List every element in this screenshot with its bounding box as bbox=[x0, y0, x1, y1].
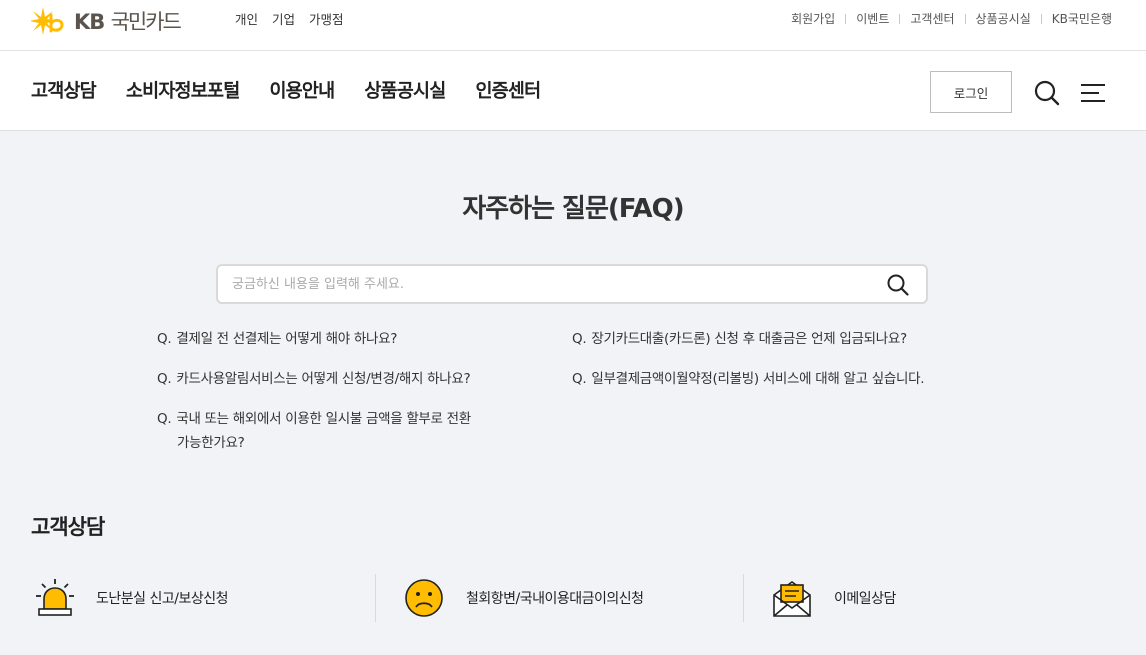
consult-item-label: 도난분실 신고/보상신청 bbox=[96, 591, 228, 607]
main-nav-menu: 고객상담 소비자정보포털 이용안내 상품공시실 인증센터 bbox=[31, 77, 541, 103]
nav-item-consumer-portal[interactable]: 소비자정보포털 bbox=[126, 77, 240, 103]
util-product-disclosure-link[interactable]: 상품공시실 bbox=[976, 10, 1031, 27]
divider bbox=[964, 13, 966, 24]
consult-item-label: 이메일상담 bbox=[834, 591, 896, 607]
consult-item-theft-loss[interactable]: 도난분실 신고/보상신청 bbox=[36, 572, 228, 624]
faq-question-item[interactable]: Q. 장기카드대출(카드론) 신청 후 대출금은 언제 입금되나요? bbox=[572, 327, 907, 351]
search-icon[interactable] bbox=[886, 273, 910, 297]
utility-links: 회원가입 이벤트 고객센터 상품공시실 KB국민은행 bbox=[791, 10, 1112, 27]
faq-q-marker: Q. bbox=[157, 371, 172, 387]
divider bbox=[743, 574, 744, 622]
logo-kb-text: KB bbox=[74, 10, 105, 34]
faq-question-item[interactable]: Q. 국내 또는 해외에서 이용한 일시불 금액을 할부로 전환 가능한가요? bbox=[157, 407, 471, 455]
faq-question-text-continued: 가능한가요? bbox=[177, 435, 245, 451]
faq-search-box bbox=[216, 264, 928, 304]
util-signup-link[interactable]: 회원가입 bbox=[791, 10, 835, 27]
hamburger-menu-icon[interactable] bbox=[1079, 81, 1107, 105]
faq-search-input[interactable] bbox=[232, 272, 872, 296]
util-event-link[interactable]: 이벤트 bbox=[856, 10, 889, 27]
nav-item-product-disclosure[interactable]: 상품공시실 bbox=[364, 77, 446, 103]
nav-item-usage-guide[interactable]: 이용안내 bbox=[269, 77, 335, 103]
faq-q-marker: Q. bbox=[157, 411, 172, 427]
login-button[interactable]: 로그인 bbox=[930, 71, 1012, 113]
divider bbox=[899, 13, 901, 24]
faq-question-item[interactable]: Q. 일부결제금액이월약정(리볼빙) 서비스에 대해 알고 싶습니다. bbox=[572, 367, 925, 391]
kb-star-icon bbox=[31, 7, 64, 35]
consult-section-title: 고객상담 bbox=[31, 515, 105, 539]
customer-segment-nav: 개인 기업 가맹점 bbox=[235, 9, 344, 28]
kb-kookmin-card-logo[interactable]: KB 국민카드 bbox=[31, 6, 182, 36]
faq-q-marker: Q. bbox=[572, 331, 587, 347]
consult-item-email[interactable]: 이메일상담 bbox=[772, 572, 896, 624]
segment-merchant[interactable]: 가맹점 bbox=[309, 9, 344, 28]
segment-business[interactable]: 기업 bbox=[272, 9, 295, 28]
faq-question-item[interactable]: Q. 결제일 전 선결제는 어떻게 해야 하나요? bbox=[157, 327, 397, 351]
segment-personal[interactable]: 개인 bbox=[235, 9, 258, 28]
consult-item-label: 철회항변/국내이용대금이의신청 bbox=[466, 591, 644, 607]
divider bbox=[1040, 13, 1042, 24]
divider bbox=[845, 13, 847, 24]
top-utility-bar: KB 국민카드 개인 기업 가맹점 회원가입 이벤트 고객센터 상품공시실 KB… bbox=[0, 0, 1146, 51]
siren-icon bbox=[36, 579, 74, 616]
search-icon[interactable] bbox=[1033, 79, 1061, 107]
faq-q-marker: Q. bbox=[157, 331, 172, 347]
logo-korean-text: 국민카드 bbox=[110, 10, 182, 34]
faq-question-text: 일부결제금액이월약정(리볼빙) 서비스에 대해 알고 싶습니다. bbox=[591, 371, 925, 387]
consult-item-objection[interactable]: 철회항변/국내이용대금이의신청 bbox=[404, 572, 644, 624]
faq-question-text: 국내 또는 해외에서 이용한 일시불 금액을 할부로 전환 bbox=[176, 411, 471, 427]
nav-item-certification-center[interactable]: 인증센터 bbox=[475, 77, 541, 103]
sad-face-icon bbox=[405, 579, 443, 617]
main-nav: 고객상담 소비자정보포털 이용안내 상품공시실 인증센터 로그인 bbox=[0, 51, 1146, 131]
logo-wordmark: KB 국민카드 bbox=[74, 6, 182, 36]
util-customer-center-link[interactable]: 고객센터 bbox=[910, 10, 954, 27]
faq-question-item[interactable]: Q. 카드사용알림서비스는 어떻게 신청/변경/해지 하나요? bbox=[157, 367, 471, 391]
util-kb-bank-link[interactable]: KB국민은행 bbox=[1052, 10, 1112, 27]
faq-q-marker: Q. bbox=[572, 371, 587, 387]
nav-item-customer-consult[interactable]: 고객상담 bbox=[31, 77, 97, 103]
faq-title: 자주하는 질문(FAQ) bbox=[462, 194, 684, 224]
faq-question-text: 장기카드대출(카드론) 신청 후 대출금은 언제 입금되나요? bbox=[591, 331, 907, 347]
faq-question-text: 카드사용알림서비스는 어떻게 신청/변경/해지 하나요? bbox=[176, 371, 471, 387]
faq-question-text: 결제일 전 선결제는 어떻게 해야 하나요? bbox=[176, 331, 398, 347]
divider bbox=[375, 574, 376, 622]
email-icon bbox=[773, 581, 811, 617]
